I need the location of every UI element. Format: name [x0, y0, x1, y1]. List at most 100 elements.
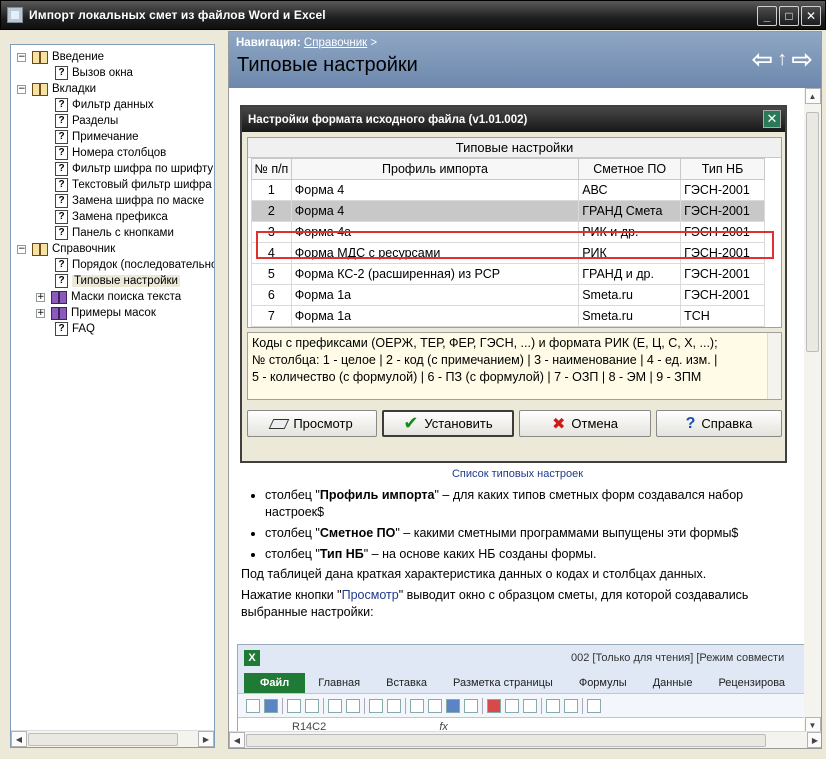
- book-icon: [32, 50, 48, 64]
- excel-icon: X: [244, 650, 260, 666]
- help-page-icon: ?: [55, 210, 68, 224]
- tree-item-label: Маски поиска текста: [71, 291, 182, 303]
- forward-arrow-icon[interactable]: ⇨: [791, 44, 813, 75]
- scroll-up-icon[interactable]: ▲: [804, 88, 821, 104]
- tree-item[interactable]: + Примеры масок: [36, 305, 156, 321]
- cancel-button[interactable]: ✖ Отмена: [519, 410, 651, 437]
- tree-item[interactable]: ? Типовые настройки: [55, 273, 180, 289]
- help-contents-tree: − Введение? Вызов окна − Вкладки? Фильтр данн…: [10, 44, 215, 748]
- table-cell: Форма МДС с ресурсами: [290, 242, 580, 264]
- content-horizontal-scrollbar[interactable]: ◀ ▶: [229, 731, 821, 748]
- presets-table: Типовые настройки № п/п Профиль импорта …: [247, 137, 782, 328]
- ribbon-tab: Формулы: [578, 677, 627, 689]
- chart-icon: [464, 698, 478, 713]
- breadcrumb: Навигация: Справочник >: [236, 37, 377, 49]
- dialog-close-button[interactable]: ✕: [763, 110, 781, 128]
- table-cell: АВС: [578, 179, 682, 201]
- collapse-icon[interactable]: −: [17, 244, 26, 254]
- expand-icon[interactable]: +: [36, 292, 45, 302]
- table-cell: 4: [251, 242, 292, 264]
- scroll-thumb[interactable]: [28, 732, 178, 746]
- column-header[interactable]: № п/п: [251, 158, 292, 180]
- info-scrollbar[interactable]: [767, 333, 781, 399]
- table-cell: Smeta.ru: [578, 305, 682, 327]
- column-header[interactable]: Сметное ПО: [578, 158, 682, 180]
- tree-item[interactable]: ? Фильтр данных: [55, 97, 154, 113]
- minimize-button[interactable]: _: [757, 6, 777, 26]
- app-icon: [7, 7, 23, 23]
- table-cell: 6: [251, 284, 292, 306]
- info-line: Коды с префиксами (ОЕРЖ, ТЕР, ФЕР, ГЭСН,…: [252, 336, 718, 350]
- expand-icon[interactable]: +: [36, 308, 45, 318]
- tree-item[interactable]: ? Замена шифра по маске: [55, 193, 204, 209]
- close-button[interactable]: ✕: [801, 6, 821, 26]
- collapse-icon[interactable]: −: [17, 84, 26, 94]
- tree-item[interactable]: ? Порядок (последовательно: [55, 257, 214, 273]
- table-cell: РИК и др.: [578, 221, 682, 243]
- back-icon: [369, 698, 383, 713]
- content-vertical-scrollbar[interactable]: ▲ ▼: [804, 88, 821, 733]
- breadcrumb-link[interactable]: Справочник: [304, 37, 367, 49]
- page-title: Типовые настройки: [237, 54, 418, 76]
- table-row[interactable]: 1 Форма 4 АВС ГЭСН-2001: [251, 179, 765, 201]
- tree-item[interactable]: ? FAQ: [55, 321, 95, 337]
- help-page-icon: ?: [55, 114, 68, 128]
- table-row[interactable]: 2 Форма 4 ГРАНД Смета ГЭСН-2001: [251, 200, 765, 222]
- info-box: Коды с префиксами (ОЕРЖ, ТЕР, ФЕР, ГЭСН,…: [247, 332, 782, 400]
- scroll-left-icon[interactable]: ◀: [229, 732, 245, 748]
- column-header[interactable]: Тип НБ: [680, 158, 765, 180]
- help-page-icon: ?: [55, 194, 68, 208]
- tree-item[interactable]: ? Текстовый фильтр шифра: [55, 177, 212, 193]
- tree-item-label: FAQ: [72, 323, 96, 335]
- spell-icon: [487, 698, 501, 713]
- maximize-button[interactable]: □: [779, 6, 799, 26]
- tree-item-label: Текстовый фильтр шифра: [72, 179, 212, 191]
- collapse-icon[interactable]: −: [17, 52, 26, 62]
- tree-item[interactable]: ? Номера столбцов: [55, 145, 166, 161]
- question-icon: ?: [685, 414, 696, 432]
- tree-item[interactable]: − Введение: [17, 49, 104, 65]
- scroll-right-icon[interactable]: ▶: [198, 731, 214, 747]
- excel-window-title: 002 [Только для чтения] [Режим совмести: [571, 652, 785, 664]
- help-page-icon: ?: [55, 98, 68, 112]
- figure-caption: Список типовых настроек: [451, 468, 584, 480]
- table-row[interactable]: 6 Форма 1а Smeta.ru ГЭСН-2001: [251, 284, 765, 306]
- install-button[interactable]: ✔ Установить: [382, 410, 514, 437]
- table-cell: Форма КС-2 (расширенная) из РСР: [290, 263, 580, 285]
- tree-item[interactable]: ? Фильтр шифра по шрифту: [55, 161, 213, 177]
- table-row[interactable]: 7 Форма 1а Smeta.ru ТСН: [251, 305, 765, 327]
- tree-item[interactable]: ? Примечание: [55, 129, 139, 145]
- tree-item-label: Панель с кнопками: [72, 227, 174, 239]
- scroll-thumb[interactable]: [246, 733, 766, 747]
- tree-item[interactable]: ? Вызов окна: [55, 65, 133, 81]
- tree-item[interactable]: − Справочник: [17, 241, 115, 257]
- check-icon: ✔: [403, 413, 419, 433]
- tree-item[interactable]: − Вкладки: [17, 81, 96, 97]
- help-page-icon: ?: [55, 66, 68, 80]
- tree-item[interactable]: ? Разделы: [55, 113, 118, 129]
- table-cell: ГРАНД Смета: [578, 200, 682, 222]
- preview-button[interactable]: Просмотр: [247, 410, 377, 437]
- column-header[interactable]: Профиль импорта: [290, 158, 580, 180]
- help-page-icon: ?: [55, 130, 68, 144]
- help-page-icon: ?: [55, 226, 68, 240]
- table-row[interactable]: 5 Форма КС-2 (расширенная) из РСР ГРАНД и …: [251, 263, 765, 285]
- scroll-thumb[interactable]: [806, 112, 819, 352]
- tree-horizontal-scrollbar[interactable]: ◀ ▶: [11, 730, 214, 747]
- table-icon: [446, 698, 460, 713]
- info-line: 5 - количество (с формулой) | 6 - ПЗ (с …: [252, 370, 702, 384]
- table-cell: Smeta.ru: [578, 284, 682, 306]
- up-arrow-icon[interactable]: ↑: [777, 44, 787, 75]
- forward-icon: [387, 698, 401, 713]
- tree-item[interactable]: + Маски поиска текста: [36, 289, 181, 305]
- tree-item[interactable]: ? Панель с кнопками: [55, 225, 174, 241]
- table-row[interactable]: 4 Форма МДС с ресурсами РИК ГЭСН-2001: [251, 242, 765, 264]
- scroll-left-icon[interactable]: ◀: [11, 731, 27, 747]
- scroll-right-icon[interactable]: ▶: [807, 732, 821, 748]
- help-button[interactable]: ? Справка: [656, 410, 782, 437]
- table-cell: ГЭСН-2001: [680, 284, 765, 306]
- ribbon-tab: Вставка: [386, 677, 428, 689]
- back-arrow-icon[interactable]: ⇦: [751, 44, 773, 75]
- tree-item[interactable]: ? Замена префикса: [55, 209, 168, 225]
- table-row[interactable]: 3 Форма 4а РИК и др. ГЭСН-2001: [251, 221, 765, 243]
